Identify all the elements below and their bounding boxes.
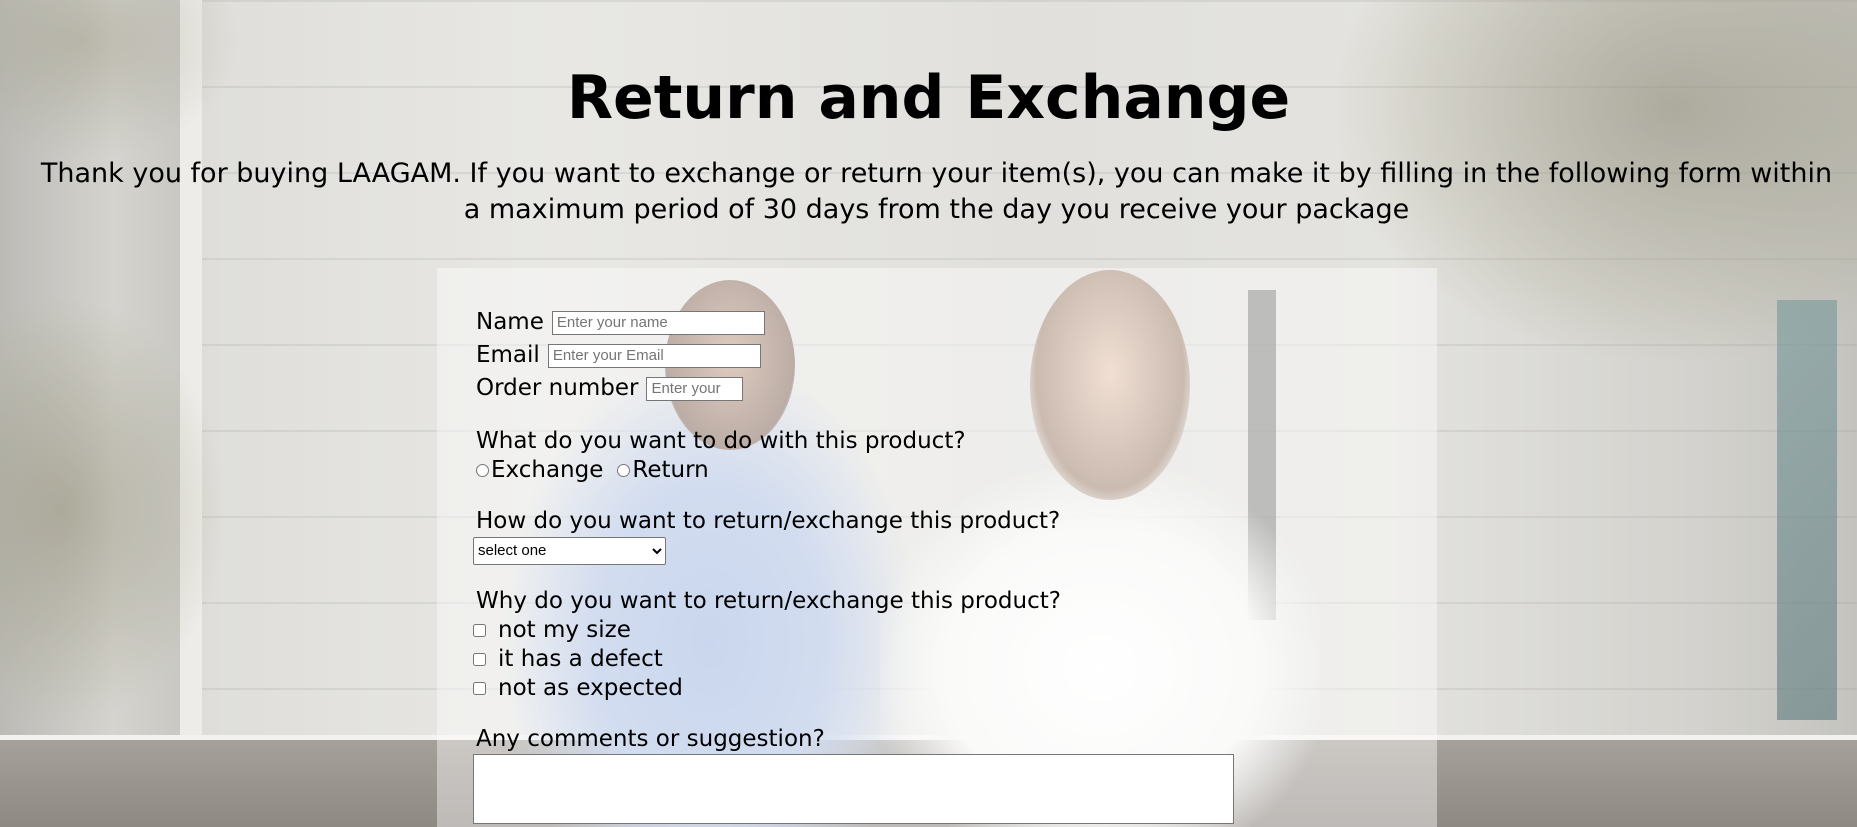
comments-textarea[interactable] [473, 754, 1234, 824]
method-select-wrap: select one [473, 536, 1857, 565]
exchange-radio[interactable] [476, 464, 489, 477]
order-row: Order number [476, 372, 1857, 405]
not-as-expected-label: not as expected [498, 675, 683, 701]
page-content: Return and Exchange Thank you for buying… [0, 0, 1857, 827]
email-row: Email [476, 339, 1857, 372]
order-label: Order number [476, 375, 639, 401]
has-defect-checkbox[interactable] [473, 653, 486, 666]
name-label: Name [476, 309, 544, 335]
intro-text: Thank you for buying LAAGAM. If you want… [40, 158, 1833, 225]
email-label: Email [476, 342, 540, 368]
exchange-label: Exchange [491, 457, 604, 483]
return-label: Return [632, 457, 709, 483]
action-options: Exchange Return [476, 456, 1857, 485]
name-row: Name [476, 306, 1857, 339]
reason-option-defect: it has a defect [473, 645, 1857, 674]
reason-option-expected: not as expected [473, 674, 1857, 703]
method-select[interactable]: select one [473, 536, 666, 565]
method-question: How do you want to return/exchange this … [476, 508, 1061, 534]
email-input[interactable] [547, 343, 761, 368]
not-my-size-label: not my size [498, 617, 631, 643]
page-title: Return and Exchange [566, 63, 1291, 133]
action-question: What do you want to do with this product… [476, 428, 966, 454]
order-number-input[interactable] [646, 376, 744, 401]
not-my-size-checkbox[interactable] [473, 624, 486, 637]
name-input[interactable] [551, 310, 765, 335]
reason-option-size: not my size [473, 616, 1857, 645]
has-defect-label: it has a defect [498, 646, 663, 672]
comments-question: Any comments or suggestion? [476, 726, 825, 752]
reason-question: Why do you want to return/exchange this … [476, 588, 1061, 614]
not-as-expected-checkbox[interactable] [473, 682, 486, 695]
return-exchange-form: Name Email Order number What do you want… [473, 306, 1857, 824]
return-radio[interactable] [617, 464, 631, 477]
